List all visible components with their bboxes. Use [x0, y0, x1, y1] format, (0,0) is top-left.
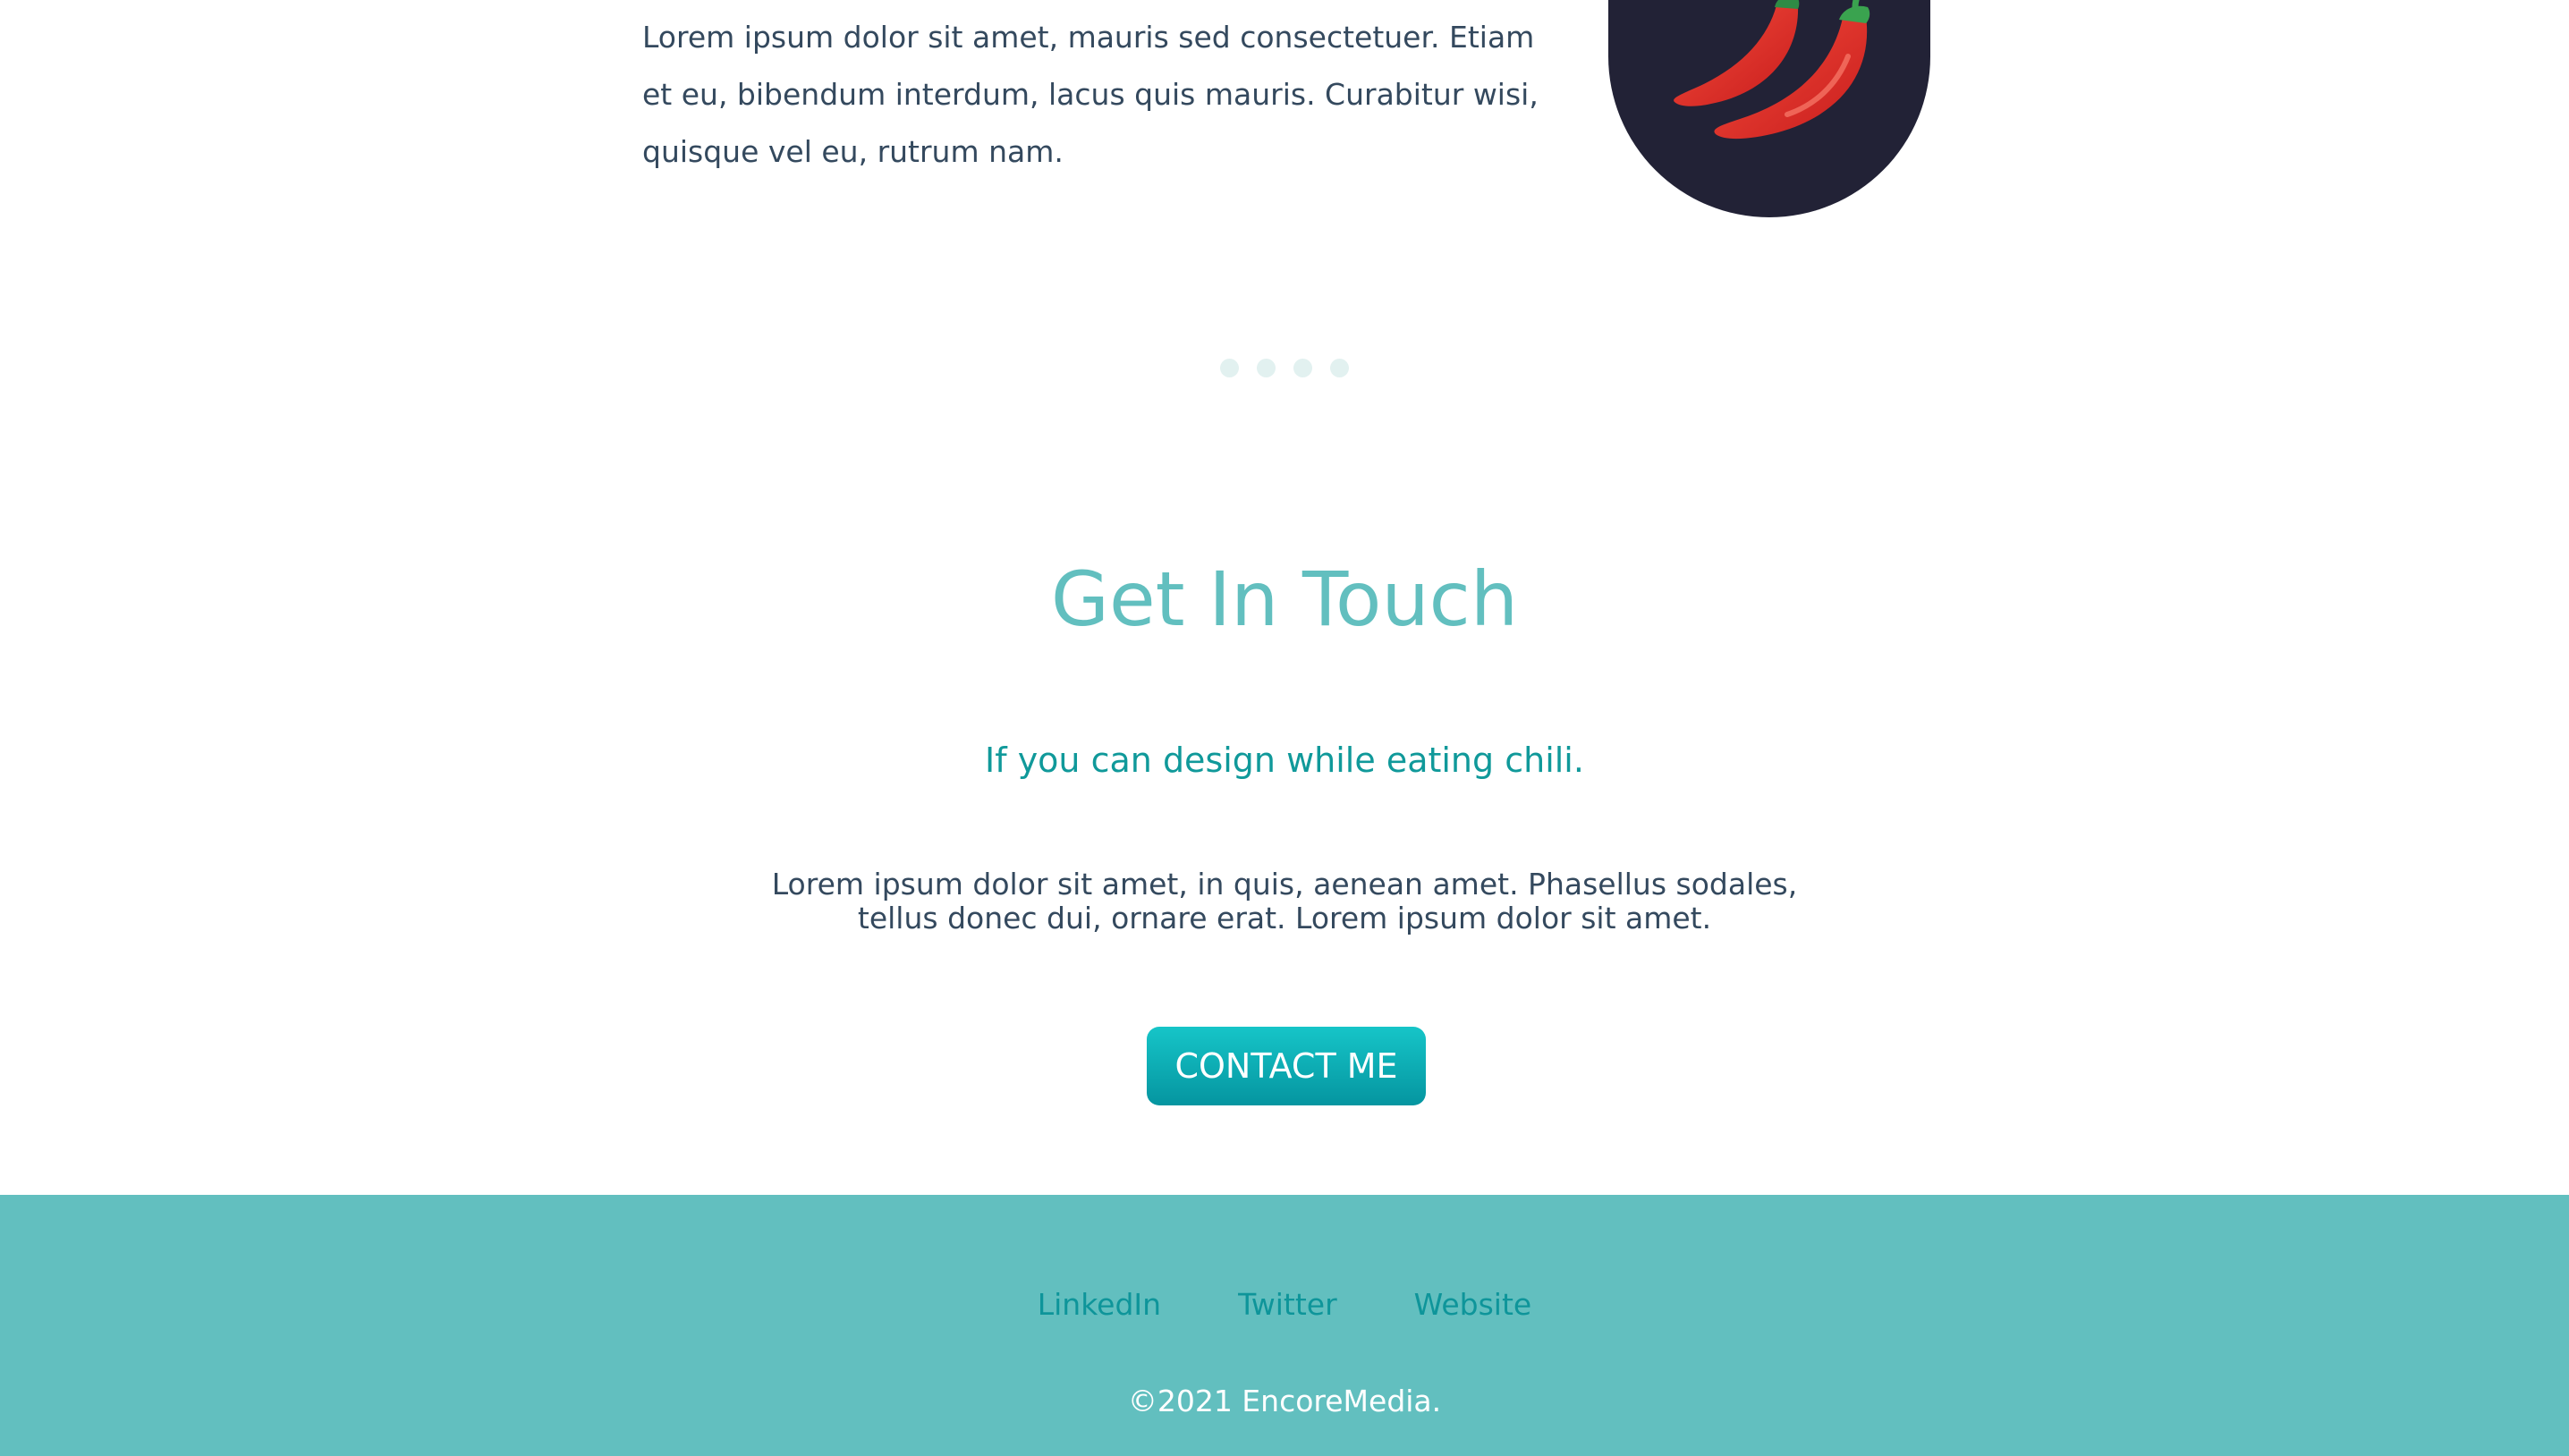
- chili-pepper-icon: [1674, 0, 1870, 140]
- footer-link-twitter[interactable]: Twitter: [1238, 1282, 1337, 1327]
- footer: LinkedIn Twitter Website ©2021 EncoreMed…: [0, 1195, 2569, 1456]
- contact-body-line: tellus donec dui, ornare erat. Lorem ips…: [857, 901, 1712, 935]
- contact-title: Get In Touch: [1050, 555, 1519, 643]
- contact-me-button[interactable]: CONTACT ME: [1147, 1027, 1426, 1105]
- footer-links: LinkedIn Twitter Website: [0, 1282, 2569, 1327]
- testimonial-text: Lorem ipsum dolor sit amet, mauris sed c…: [642, 20, 1539, 169]
- contact-body: Lorem ipsum dolor sit amet, in quis, aen…: [748, 868, 1821, 935]
- page: Lorem ipsum dolor sit amet, mauris sed c…: [0, 0, 2569, 1456]
- carousel-dot[interactable]: [1220, 359, 1239, 377]
- carousel-dots: [1220, 359, 1349, 377]
- footer-link-website[interactable]: Website: [1414, 1282, 1532, 1327]
- carousel-dot[interactable]: [1330, 359, 1349, 377]
- footer-link-linkedin[interactable]: LinkedIn: [1038, 1282, 1161, 1327]
- copyright: ©2021 EncoreMedia.: [1127, 1384, 1442, 1418]
- contact-body-line: Lorem ipsum dolor sit amet, in quis, aen…: [771, 867, 1798, 902]
- contact-subtitle: If you can design while eating chili.: [985, 741, 1584, 780]
- carousel-dot[interactable]: [1257, 359, 1276, 377]
- chili-avatar: [1608, 0, 1930, 217]
- carousel-dot[interactable]: [1293, 359, 1312, 377]
